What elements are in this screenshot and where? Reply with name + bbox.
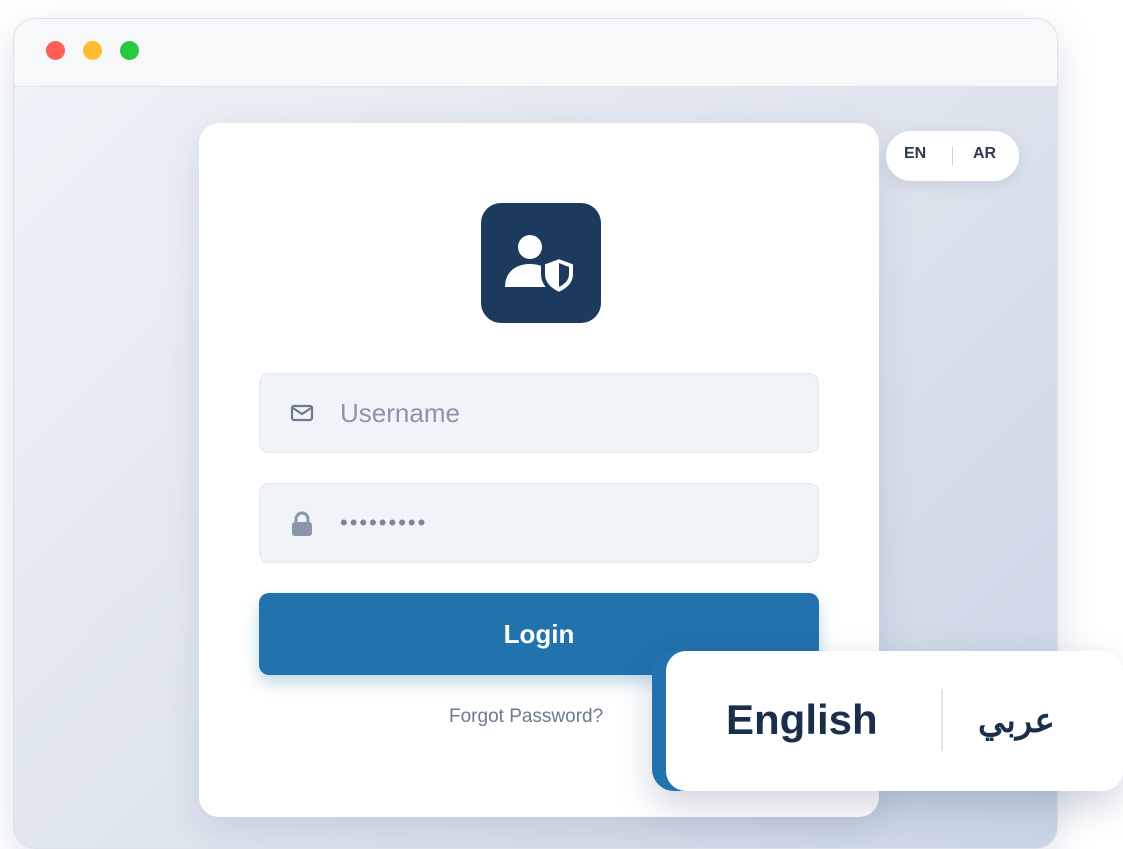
close-window-button[interactable] — [46, 41, 65, 60]
lang-divider — [952, 147, 953, 165]
minimize-window-button[interactable] — [83, 41, 102, 60]
english-option[interactable]: English — [726, 696, 878, 744]
maximize-window-button[interactable] — [120, 41, 139, 60]
lang-option-en[interactable]: EN — [904, 145, 926, 163]
window-titlebar — [14, 19, 1057, 87]
language-selector-panel: English عربي — [666, 651, 1123, 791]
forgot-password-link[interactable]: Forgot Password? — [449, 706, 603, 728]
lock-icon — [292, 511, 312, 536]
lang-option-ar[interactable]: AR — [973, 145, 996, 163]
stage: Login Forgot Password? EN AR English عرب… — [0, 0, 1123, 849]
password-field — [259, 483, 819, 563]
user-shield-icon — [505, 235, 577, 297]
language-divider — [941, 689, 943, 751]
username-field — [259, 373, 819, 453]
arabic-option[interactable]: عربي — [978, 701, 1055, 741]
app-logo — [481, 203, 601, 323]
mail-icon — [290, 404, 314, 422]
language-selector-card: English عربي — [652, 651, 1123, 791]
password-input[interactable] — [340, 484, 800, 562]
language-toggle: EN AR — [886, 131, 1019, 181]
username-input[interactable] — [340, 374, 800, 452]
